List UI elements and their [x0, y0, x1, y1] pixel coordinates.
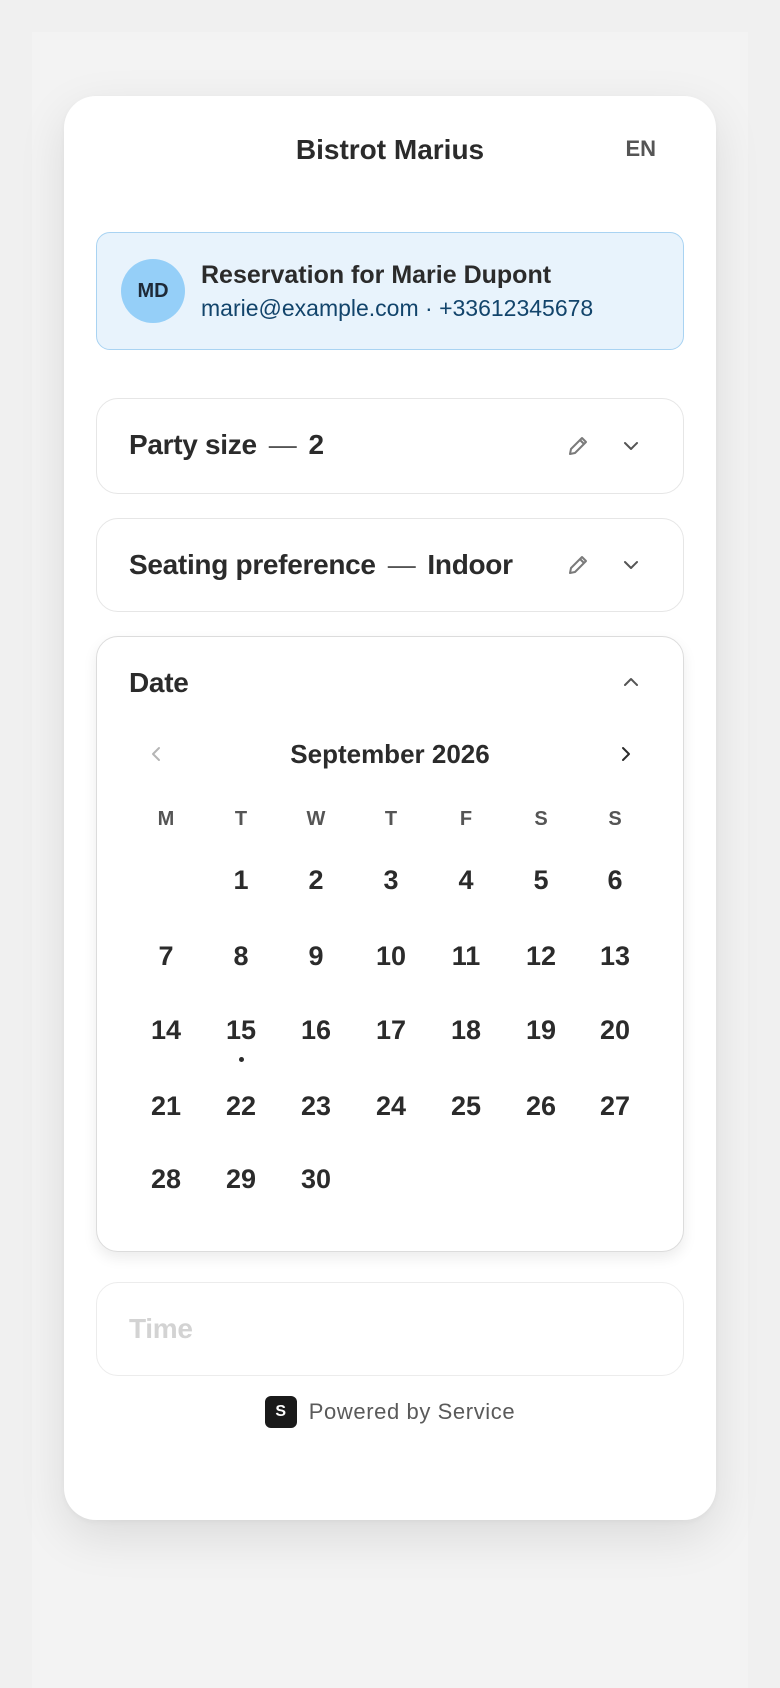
calendar-day[interactable]: 25 — [436, 1091, 496, 1122]
reservation-contact: marie@example.com · +33612345678 — [201, 295, 594, 321]
weekday-header: S — [608, 808, 622, 830]
weekday-header: T — [384, 808, 398, 830]
calendar-day[interactable]: 16 — [286, 1015, 346, 1046]
calendar-day[interactable]: 22 — [211, 1091, 271, 1122]
calendar-day[interactable]: 23 — [286, 1091, 346, 1122]
reservation-card: Bistrot Marius EN MD Reservation for Mar… — [64, 96, 716, 1520]
weekday-header: F — [459, 808, 473, 830]
party-size-value: 2 — [308, 429, 324, 460]
seating-label-text: Seating preference — [129, 549, 376, 580]
pencil-icon[interactable] — [563, 431, 593, 461]
reservation-title: Reservation for Marie Dupont — [201, 261, 552, 289]
weekday-header: M — [157, 808, 175, 830]
calendar-day[interactable]: 9 — [286, 941, 346, 972]
calendar-day[interactable]: 28 — [136, 1164, 196, 1195]
reservation-banner: MD Reservation for Marie Dupont marie@ex… — [96, 232, 684, 350]
calendar-day[interactable]: 4 — [436, 865, 496, 896]
calendar-day[interactable]: 8 — [211, 941, 271, 972]
weekday-header: T — [234, 808, 248, 830]
seating-value: Indoor — [427, 549, 513, 580]
party-size-label-text: Party size — [129, 429, 257, 460]
avatar: MD — [121, 259, 185, 323]
date-section: Date September 2026 M T W T F S S 1 2 3 4 5 6 7 8 9 10 11… — [96, 636, 684, 1252]
footer: S Powered by Service — [64, 1396, 716, 1428]
separator: — — [387, 549, 416, 580]
separator: — — [268, 429, 297, 460]
language-selector[interactable]: EN — [625, 136, 656, 162]
calendar-day[interactable]: 26 — [511, 1091, 571, 1122]
date-label: Date — [129, 667, 189, 698]
chevron-down-icon[interactable] — [616, 550, 646, 580]
chevron-up-icon[interactable] — [616, 667, 646, 697]
today-indicator — [239, 1057, 244, 1062]
pencil-icon[interactable] — [563, 550, 593, 580]
service-logo: S — [264, 1396, 297, 1428]
restaurant-title: Bistrot Marius — [295, 134, 485, 165]
party-size-label: Party size — 2 — [129, 429, 324, 461]
calendar-day[interactable]: 5 — [511, 865, 571, 896]
powered-by-text: Powered by Service — [308, 1399, 516, 1424]
calendar-day[interactable]: 13 — [585, 941, 645, 972]
calendar-day[interactable]: 21 — [136, 1091, 196, 1122]
calendar-month-label: September 2026 — [290, 739, 490, 769]
calendar-day[interactable]: 12 — [511, 941, 571, 972]
weekday-header: S — [534, 808, 548, 830]
time-section: Time — [96, 1282, 684, 1376]
calendar-day[interactable]: 15 — [211, 1015, 271, 1046]
seating-preference-section[interactable]: Seating preference — Indoor — [96, 518, 684, 612]
calendar-day[interactable]: 1 — [211, 865, 271, 896]
chevron-right-icon[interactable] — [611, 739, 641, 769]
seating-label: Seating preference — Indoor — [129, 549, 513, 581]
calendar-day[interactable]: 11 — [436, 941, 496, 972]
calendar-day[interactable]: 27 — [585, 1091, 645, 1122]
calendar-day[interactable]: 6 — [585, 865, 645, 896]
time-label: Time — [129, 1313, 193, 1344]
calendar-day[interactable]: 10 — [361, 941, 421, 972]
calendar-day[interactable]: 20 — [585, 1015, 645, 1046]
calendar-day[interactable]: 30 — [286, 1164, 346, 1195]
calendar-day[interactable]: 18 — [436, 1015, 496, 1046]
calendar-day[interactable]: 2 — [286, 865, 346, 896]
calendar-day[interactable]: 7 — [136, 941, 196, 972]
calendar-day[interactable]: 24 — [361, 1091, 421, 1122]
calendar-day[interactable]: 3 — [361, 865, 421, 896]
calendar-day[interactable]: 14 — [136, 1015, 196, 1046]
calendar-day[interactable]: 17 — [361, 1015, 421, 1046]
party-size-section[interactable]: Party size — 2 — [96, 398, 684, 494]
calendar-day[interactable]: 19 — [511, 1015, 571, 1046]
calendar-day[interactable]: 29 — [211, 1164, 271, 1195]
chevron-down-icon[interactable] — [616, 431, 646, 461]
weekday-header: W — [306, 808, 326, 830]
